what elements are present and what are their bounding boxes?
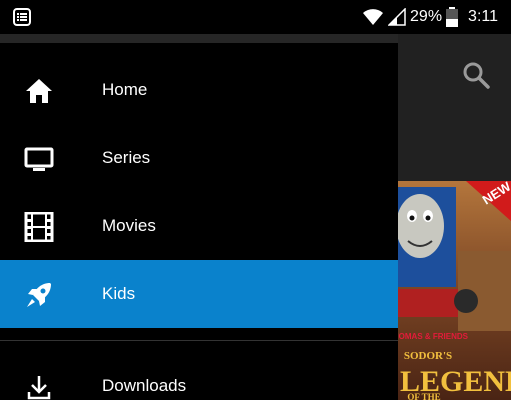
rocket-icon xyxy=(27,283,51,307)
battery-percent: 29% xyxy=(410,8,443,25)
drawer-item-downloads[interactable]: Downloads xyxy=(0,352,398,400)
battery-icon xyxy=(446,7,459,27)
poster-title-3: OF THE xyxy=(407,392,440,400)
wifi-icon xyxy=(363,9,384,25)
navigation-drawer: Home Series Movies Kids Downloads xyxy=(0,34,398,400)
drawer-divider xyxy=(0,340,398,341)
tv-icon xyxy=(24,147,54,171)
app-toolbar xyxy=(398,34,511,181)
clock: 3:11 xyxy=(468,8,498,25)
drawer-item-kids[interactable]: Kids xyxy=(0,260,398,328)
poster-brand: THOMAS & FRIENDS xyxy=(398,332,469,341)
drawer-item-label: Series xyxy=(102,148,151,167)
list-notification-icon xyxy=(13,8,31,26)
film-icon xyxy=(24,212,54,242)
download-icon xyxy=(27,376,51,400)
cell-signal-icon xyxy=(388,8,406,26)
drawer-item-label: Home xyxy=(102,80,148,99)
app-content: NEW THOMAS & FRIENDS SODOR'S LEGEND OF T… xyxy=(398,34,511,400)
drawer-item-movies[interactable]: Movies xyxy=(0,192,398,260)
drawer-item-home[interactable]: Home xyxy=(0,56,398,124)
drawer-item-label: Downloads xyxy=(102,376,187,395)
status-bar: 29% 3:11 xyxy=(0,0,511,34)
home-icon xyxy=(26,79,52,103)
movie-poster[interactable]: NEW THOMAS & FRIENDS SODOR'S LEGEND OF T… xyxy=(398,181,511,400)
search-icon[interactable] xyxy=(462,61,490,89)
drawer-item-label: Kids xyxy=(102,284,136,303)
drawer-header-strip xyxy=(0,34,398,43)
drawer-item-label: Movies xyxy=(102,216,156,235)
drawer-item-series[interactable]: Series xyxy=(0,124,398,192)
poster-title-1: SODOR'S xyxy=(404,350,452,362)
